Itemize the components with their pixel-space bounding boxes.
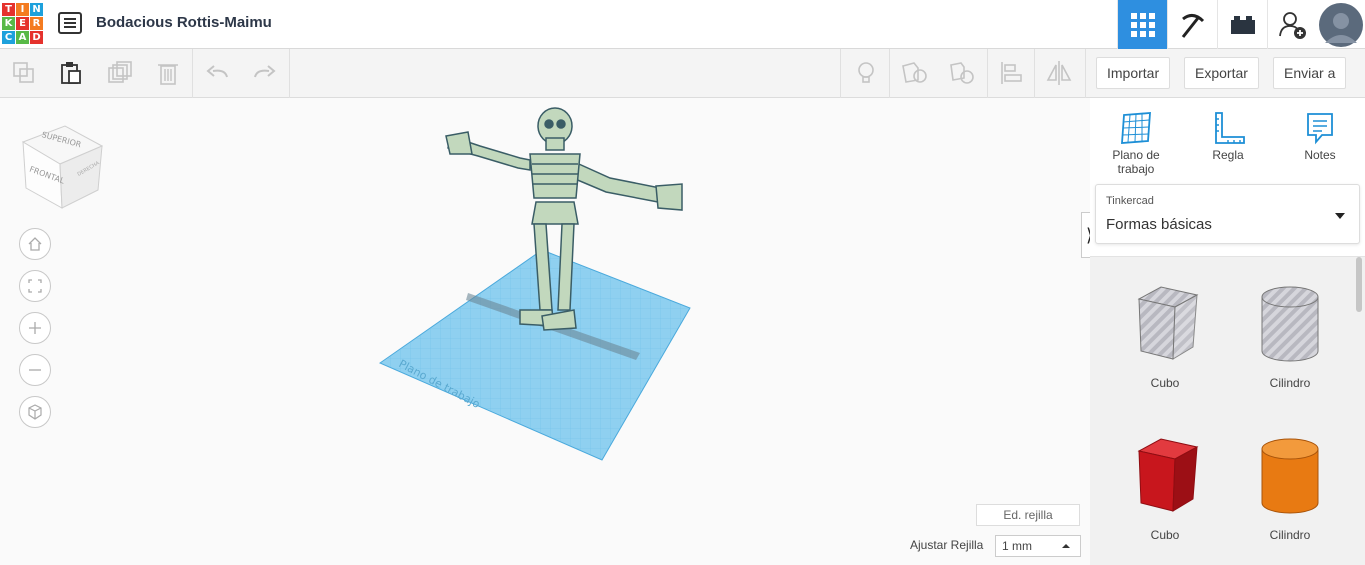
- shapes-scrollbar[interactable]: [1356, 257, 1362, 312]
- snap-grid-value: 1 mm: [1002, 539, 1032, 553]
- shape-cube-hole[interactable]: Cubo: [1110, 279, 1220, 390]
- shape-label: Cilindro: [1269, 528, 1311, 542]
- redo-icon[interactable]: [250, 59, 278, 87]
- ungroup-icon[interactable]: [948, 59, 976, 87]
- bricks-icon[interactable]: [1217, 0, 1267, 49]
- pickaxe-icon[interactable]: [1167, 0, 1217, 49]
- workplane-scene[interactable]: Plano de trabajo: [370, 98, 710, 468]
- design-list-icon[interactable]: [58, 12, 82, 34]
- top-bar: T I N K E R C A D Bodacious Rottis-Maimu: [0, 0, 1365, 49]
- workplane[interactable]: Plano de trabajo: [378, 249, 691, 461]
- workplane-icon: [1121, 112, 1151, 144]
- fit-view-button[interactable]: [19, 270, 51, 302]
- shape-label: Cilindro: [1269, 376, 1311, 390]
- fit-icon: [28, 279, 42, 293]
- ruler-icon: [1215, 112, 1245, 144]
- notes-tool-label: Notes: [1304, 148, 1336, 162]
- import-button[interactable]: Importar: [1096, 57, 1171, 89]
- lightbulb-icon[interactable]: [852, 59, 880, 87]
- ruler-tool[interactable]: Regla: [1187, 108, 1269, 162]
- mirror-icon[interactable]: [1045, 59, 1073, 87]
- cube-hole-icon: [1137, 286, 1199, 360]
- home-icon: [28, 237, 42, 251]
- align-icon[interactable]: [997, 59, 1025, 87]
- export-button[interactable]: Exportar: [1184, 57, 1259, 89]
- right-panel: Plano de trabajo Regla Notes Tinkercad F…: [1090, 98, 1365, 565]
- shapes-grid: Cubo Cilindro Cubo Cilindro: [1090, 256, 1365, 565]
- duplicate-icon[interactable]: [106, 59, 134, 87]
- library-name: Formas básicas: [1106, 216, 1212, 233]
- view-cube[interactable]: SUPERIOR FRONTAL DERECHA: [20, 118, 106, 215]
- add-user-icon[interactable]: [1267, 0, 1317, 49]
- paste-icon[interactable]: [57, 59, 85, 87]
- caret-down-icon: [1335, 213, 1345, 219]
- tinkercad-logo[interactable]: T I N K E R C A D: [0, 0, 46, 49]
- ruler-tool-label: Regla: [1212, 148, 1244, 162]
- shape-label: Cubo: [1150, 528, 1180, 542]
- home-view-button[interactable]: [19, 228, 51, 260]
- shape-library-select[interactable]: Tinkercad Formas básicas: [1095, 184, 1360, 244]
- zoom-in-button[interactable]: [19, 312, 51, 344]
- view-switcher: [1117, 0, 1365, 49]
- cube-solid-icon: [1137, 438, 1199, 512]
- edit-grid-button[interactable]: Ed. rejilla: [976, 504, 1080, 526]
- shape-cube-solid[interactable]: Cubo: [1110, 431, 1220, 542]
- perspective-button[interactable]: [19, 396, 51, 428]
- notes-tool[interactable]: Notes: [1279, 108, 1361, 162]
- cube-outline-icon: [28, 404, 42, 420]
- workplane-tool[interactable]: Plano de trabajo: [1095, 108, 1177, 176]
- user-avatar[interactable]: [1317, 0, 1365, 49]
- shape-label: Cubo: [1150, 376, 1180, 390]
- snap-grid-label: Ajustar Rejilla: [910, 538, 984, 552]
- snap-grid-select[interactable]: 1 mm: [995, 535, 1081, 557]
- copy-icon[interactable]: [10, 59, 38, 87]
- cylinder-hole-icon: [1261, 286, 1319, 362]
- delete-icon[interactable]: [154, 59, 182, 87]
- undo-icon[interactable]: [204, 59, 232, 87]
- tinkercad-editor: T I N K E R C A D Bodacious Rottis-Maimu: [0, 0, 1365, 565]
- caret-up-icon: [1062, 544, 1070, 548]
- notes-icon: [1307, 113, 1333, 145]
- shape-cylinder-solid[interactable]: Cilindro: [1235, 431, 1345, 542]
- group-icon[interactable]: [900, 59, 928, 87]
- design-title[interactable]: Bodacious Rottis-Maimu: [96, 14, 272, 31]
- zoom-out-button[interactable]: [19, 354, 51, 386]
- 3d-workspace[interactable]: SUPERIOR FRONTAL DERECHA Plano de trabaj…: [0, 98, 1090, 565]
- library-source: Tinkercad: [1106, 195, 1154, 207]
- edit-toolbar: Importar Exportar Enviar a: [0, 49, 1365, 98]
- send-to-button[interactable]: Enviar a: [1273, 57, 1347, 89]
- minus-icon: [29, 369, 41, 371]
- cylinder-solid-icon: [1261, 438, 1319, 514]
- workplane-tool-label: Plano de trabajo: [1112, 148, 1160, 176]
- grid-view-icon[interactable]: [1117, 0, 1167, 49]
- shape-cylinder-hole[interactable]: Cilindro: [1235, 279, 1345, 390]
- plus-icon: [29, 322, 41, 334]
